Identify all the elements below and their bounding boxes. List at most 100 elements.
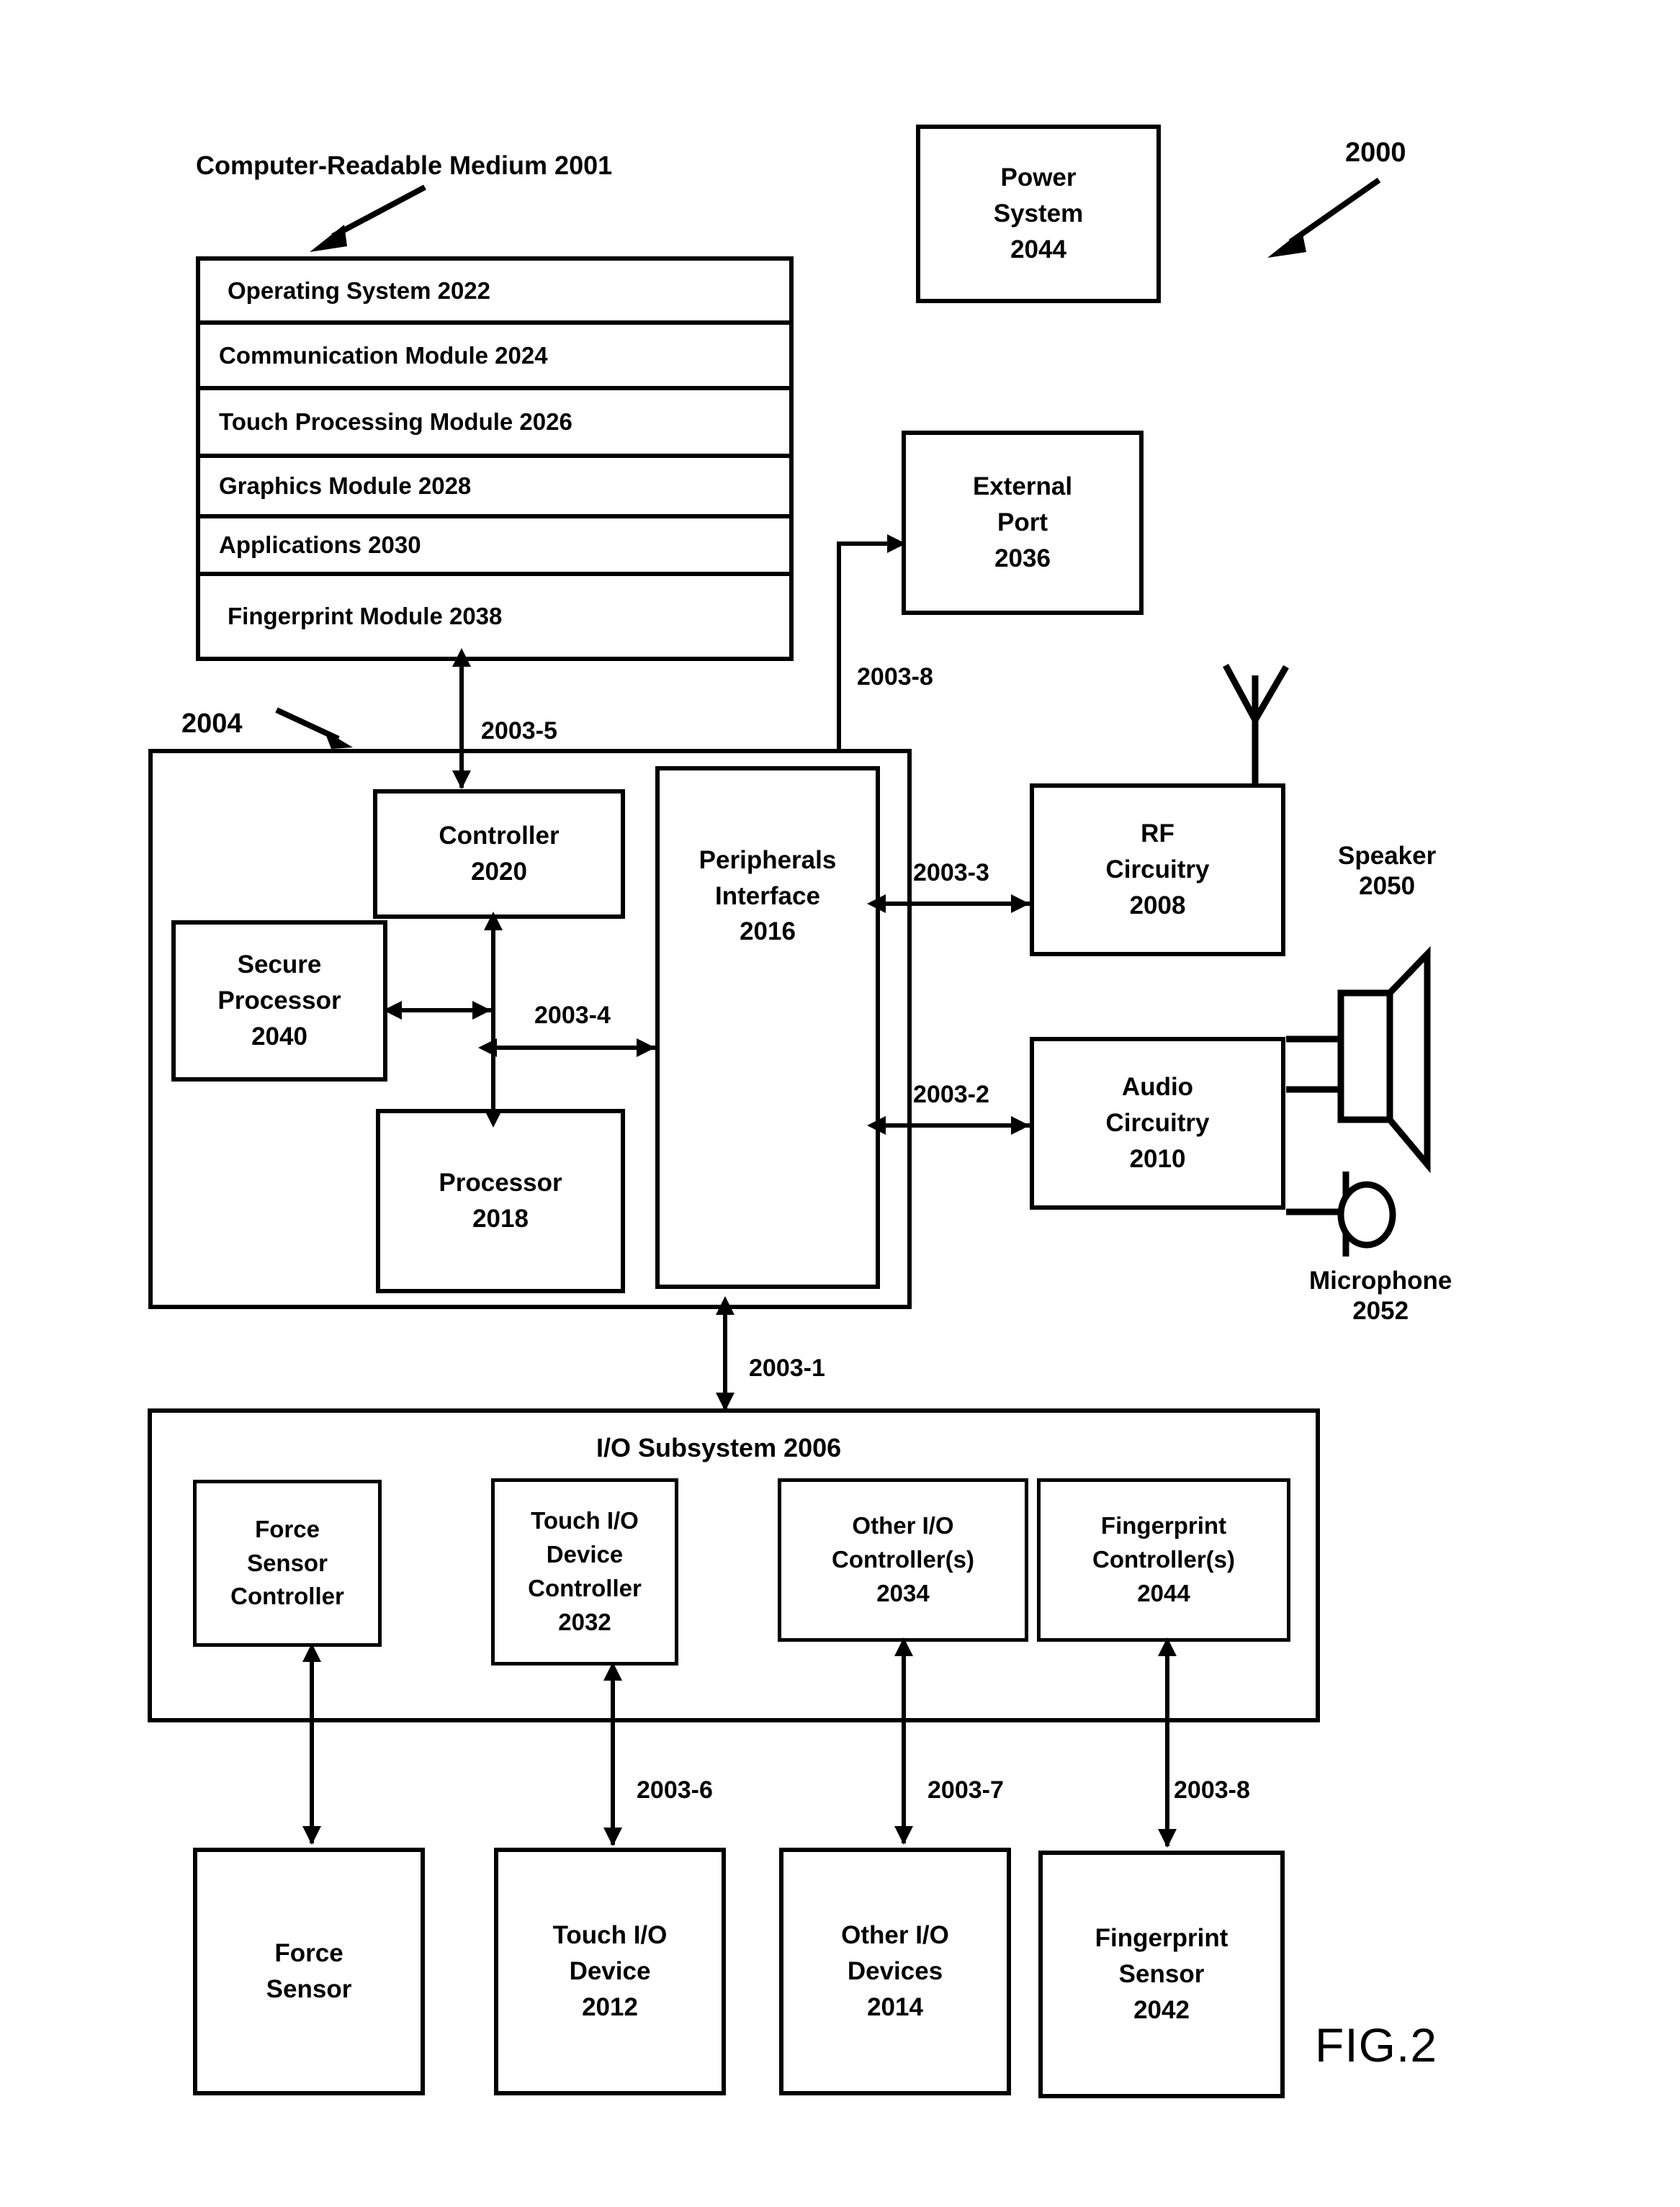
- stack-item-applications[interactable]: Applications 2030: [200, 518, 789, 576]
- audio-circuitry-line-3: 2010: [1129, 1144, 1186, 1173]
- other-io-devices-block[interactable]: Other I/O Devices 2014: [779, 1848, 1011, 2095]
- rf-circuitry-line-3: 2008: [1129, 891, 1186, 920]
- bus-label-2003-8-top: 2003-8: [857, 663, 933, 691]
- peripherals-interface-line-1: Peripherals: [698, 846, 837, 874]
- speaker-line-2: 2050: [1359, 872, 1416, 900]
- secure-processor-arrowhead-right: [472, 1001, 491, 1020]
- stack-item-touch-processing-module[interactable]: Touch Processing Module 2026: [200, 390, 789, 458]
- stack-item-label: Applications 2030: [219, 531, 421, 558]
- controller-line-2: 2020: [471, 858, 527, 886]
- stack-item-graphics-module[interactable]: Graphics Module 2028: [200, 458, 789, 518]
- computer-readable-medium-label: Computer-Readable Medium 2001: [196, 150, 613, 180]
- bus-2003-5-arrowhead-down: [452, 770, 471, 789]
- fingerprint-controllers-line-3: 2044: [1137, 1579, 1190, 1606]
- other-io-devices-line-1: Other I/O: [841, 1921, 949, 1950]
- stack-item-fingerprint-module[interactable]: Fingerprint Module 2038: [200, 576, 789, 657]
- bus-2003-4-arrowhead-left: [478, 1038, 497, 1057]
- io-subsystem-title: I/O Subsystem 2006: [596, 1433, 842, 1462]
- secure-processor-line-2: Processor: [217, 986, 341, 1015]
- bus-label-2003-3: 2003-3: [913, 859, 989, 886]
- rf-circuitry-block[interactable]: RF Circuitry 2008: [1030, 783, 1285, 956]
- bus-label-2003-5: 2003-5: [481, 717, 557, 745]
- bus-2003-2-line: [884, 1123, 1030, 1128]
- microphone-line-2: 2052: [1352, 1297, 1409, 1325]
- force-sensor-controller-line-3: Controller: [230, 1583, 344, 1610]
- internal-bus-spine: [491, 929, 495, 1115]
- system-reference-arrow: [1267, 177, 1381, 258]
- device-reference-label: 2004: [181, 709, 243, 739]
- power-system-line-1: Power: [1000, 163, 1077, 192]
- antenna-icon: [1223, 663, 1289, 788]
- controller-block[interactable]: Controller 2020: [373, 789, 625, 919]
- link-force-sensor-arrowhead-down: [302, 1826, 321, 1845]
- external-port-line-3: 2036: [994, 544, 1051, 572]
- other-io-controllers-line-2: Controller(s): [832, 1546, 974, 1573]
- touch-io-device-line-3: 2012: [582, 1992, 638, 2021]
- force-sensor-line-1: Force: [274, 1939, 343, 1968]
- stack-item-label: Communication Module 2024: [219, 341, 548, 369]
- internal-bus-arrowhead-up: [484, 912, 503, 930]
- peripherals-interface-block[interactable]: Peripherals Interface 2016: [655, 766, 880, 1289]
- touch-io-device-block[interactable]: Touch I/O Device 2012: [494, 1848, 726, 2095]
- secure-processor-line-1: Secure: [237, 950, 322, 979]
- audio-circuitry-line-2: Circuitry: [1105, 1109, 1210, 1138]
- bus-2003-8-arrowhead-right: [887, 534, 906, 553]
- stack-item-label: Fingerprint Module 2038: [228, 603, 503, 629]
- bus-label-2003-2: 2003-2: [913, 1081, 989, 1108]
- bus-label-2003-4: 2003-4: [534, 1002, 611, 1029]
- bus-label-2003-1: 2003-1: [749, 1354, 825, 1382]
- secure-processor-arrowhead-left: [383, 1001, 402, 1020]
- force-sensor-block[interactable]: Force Sensor: [193, 1848, 425, 2095]
- secure-processor-line-3: 2040: [251, 1022, 307, 1051]
- other-io-devices-line-2: Devices: [847, 1957, 943, 1986]
- processor-line-1: Processor: [439, 1169, 562, 1197]
- fingerprint-sensor-block[interactable]: Fingerprint Sensor 2042: [1038, 1851, 1285, 2098]
- secure-processor-block[interactable]: Secure Processor 2040: [171, 920, 387, 1082]
- audio-circuitry-line-1: Audio: [1121, 1073, 1194, 1102]
- microphone-icon: [1286, 1172, 1396, 1257]
- bus-2003-7-arrowhead-down: [894, 1826, 913, 1845]
- bus-2003-2-arrowhead-left: [867, 1116, 886, 1135]
- touch-io-device-controller-line-3: Controller: [528, 1575, 642, 1601]
- bus-2003-5-line: [459, 665, 464, 788]
- bus-2003-7-line: [902, 1650, 906, 1843]
- stack-item-operating-system[interactable]: Operating System 2022: [200, 261, 789, 325]
- bus-2003-4-arrowhead-right: [637, 1038, 655, 1057]
- bus-2003-3-arrowhead-left: [867, 894, 886, 913]
- stack-item-label: Touch Processing Module 2026: [219, 408, 572, 435]
- external-port-block[interactable]: External Port 2036: [902, 431, 1144, 615]
- fingerprint-sensor-line-3: 2042: [1133, 1995, 1190, 2024]
- controller-line-1: Controller: [439, 822, 560, 850]
- audio-circuitry-block[interactable]: Audio Circuitry 2010: [1030, 1037, 1285, 1210]
- rf-circuitry-line-1: RF: [1141, 819, 1174, 848]
- bus-2003-3-line: [884, 902, 1030, 906]
- stack-item-label: Operating System 2022: [228, 277, 490, 304]
- bus-2003-6-arrowhead-up: [603, 1662, 622, 1681]
- processor-block[interactable]: Processor 2018: [376, 1109, 625, 1293]
- medium-pointer-arrow: [310, 184, 426, 252]
- rf-circuitry-line-2: Circuitry: [1105, 855, 1210, 884]
- bus-2003-3-arrowhead-right: [1011, 894, 1030, 913]
- fingerprint-controllers-block[interactable]: Fingerprint Controller(s) 2044: [1037, 1478, 1290, 1642]
- bus-2003-4-line: [495, 1046, 655, 1050]
- force-sensor-controller-block[interactable]: Force Sensor Controller: [193, 1480, 382, 1647]
- bus-2003-6-arrowhead-down: [603, 1828, 622, 1846]
- link-force-sensor-line: [310, 1656, 314, 1843]
- device-reference-arrow: [275, 707, 353, 749]
- external-port-line-2: Port: [997, 508, 1048, 537]
- processor-line-2: 2018: [472, 1205, 529, 1233]
- other-io-controllers-block[interactable]: Other I/O Controller(s) 2034: [778, 1478, 1028, 1642]
- touch-io-device-controller-line-2: Device: [546, 1541, 624, 1568]
- other-io-devices-line-3: 2014: [867, 1992, 923, 2021]
- bus-2003-8-bottom-arrowhead-down: [1158, 1829, 1177, 1848]
- stack-item-communication-module[interactable]: Communication Module 2024: [200, 325, 789, 390]
- speaker-line-1: Speaker: [1338, 842, 1437, 870]
- touch-io-device-controller-block[interactable]: Touch I/O Device Controller 2032: [491, 1478, 678, 1666]
- power-system-block[interactable]: Power System 2044: [916, 125, 1161, 303]
- system-reference-label: 2000: [1345, 138, 1406, 168]
- power-system-line-2: System: [993, 199, 1084, 228]
- fingerprint-controllers-line-1: Fingerprint: [1100, 1512, 1227, 1539]
- force-sensor-controller-line-1: Force: [255, 1515, 320, 1542]
- external-port-line-1: External: [972, 472, 1073, 501]
- bus-2003-8-bottom-line: [1165, 1650, 1169, 1846]
